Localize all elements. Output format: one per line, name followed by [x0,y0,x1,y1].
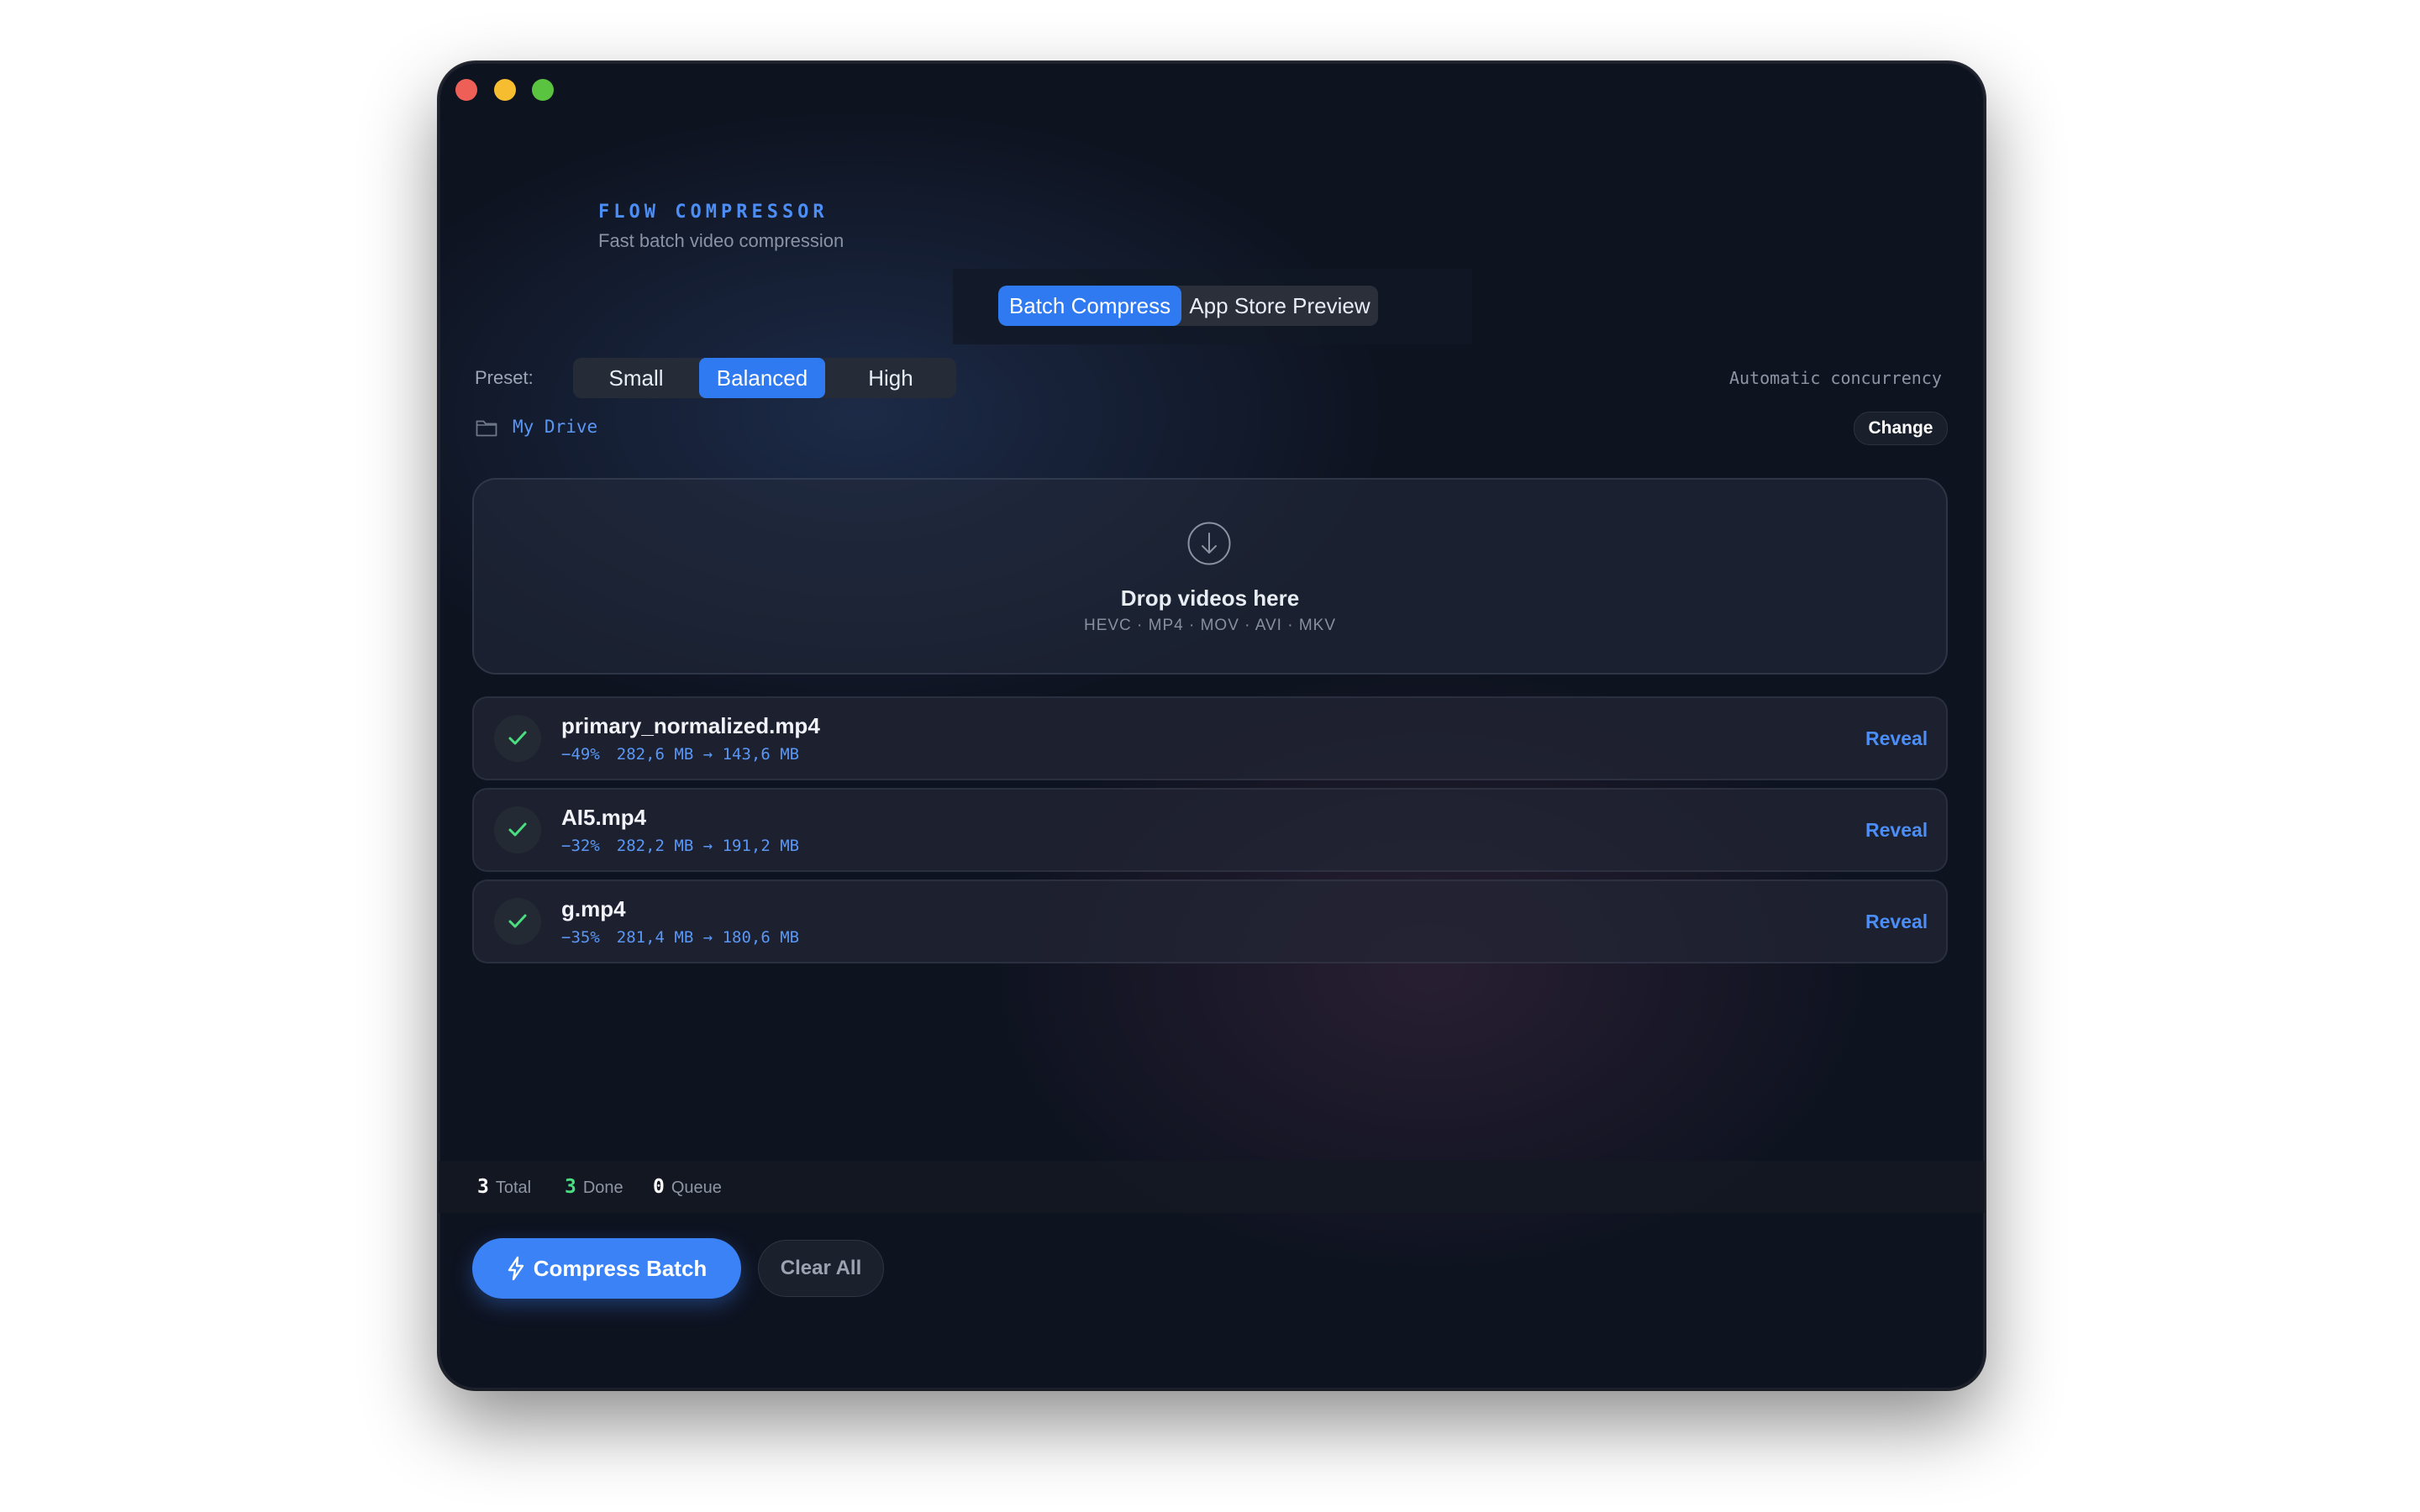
checkmark-icon [508,822,527,837]
stat-total: 3 Total [477,1176,531,1198]
status-done-badge [494,806,541,853]
file-sizes: 282,6 MB → 143,6 MB [616,745,800,764]
reveal-button[interactable]: Reveal [1865,819,1928,842]
file-reduction: −35% [561,928,600,947]
file-name: g.mp4 [561,896,626,921]
checkmark-icon [508,914,527,928]
file-stats: −35% 281,4 MB → 180,6 MB [561,928,799,947]
file-reduction: −49% [561,745,600,764]
concurrency-label: Automatic concurrency [1729,368,1942,388]
compress-batch-button[interactable]: Compress Batch [472,1238,741,1299]
drop-zone-title: Drop videos here [1120,585,1300,611]
file-name: primary_normalized.mp4 [561,713,820,738]
preset-small[interactable]: Small [573,358,699,398]
tab-app-store-preview[interactable]: App Store Preview [1181,286,1378,326]
zoom-window-button[interactable] [532,79,554,101]
stat-queue-label: Queue [671,1179,722,1197]
file-sizes: 282,2 MB → 191,2 MB [616,837,800,855]
file-name: AI5.mp4 [561,805,647,830]
stat-queue-value: 0 [653,1176,665,1198]
tab-batch-compress[interactable]: Batch Compress [998,286,1181,326]
file-row [472,788,1948,872]
stat-done: 3 Done [565,1176,623,1198]
file-stats: −32% 282,2 MB → 191,2 MB [561,837,799,855]
preset-balanced[interactable]: Balanced [699,358,825,398]
minimize-window-button[interactable] [494,79,516,101]
mode-segmented-control: Batch Compress App Store Preview [998,286,1378,326]
folder-icon [476,420,497,437]
file-reduction: −32% [561,837,600,855]
stat-done-label: Done [582,1179,623,1197]
status-done-badge [494,715,541,762]
file-sizes: 281,4 MB → 180,6 MB [616,928,800,947]
clear-all-button[interactable]: Clear All [758,1240,884,1297]
compress-batch-label: Compress Batch [533,1256,708,1281]
stat-total-label: Total [495,1179,532,1197]
output-folder-label[interactable]: My Drive [513,417,597,437]
file-row [472,879,1948,963]
change-folder-button[interactable]: Change [1854,412,1948,445]
preset-high[interactable]: High [825,358,956,398]
stat-total-value: 3 [477,1176,489,1198]
screen: FLOW COMPRESSOR Fast batch video compres… [0,0,2420,1512]
download-arrow-icon [1187,522,1231,565]
checkmark-icon [508,731,527,745]
reveal-button[interactable]: Reveal [1865,911,1928,933]
app-title: FLOW COMPRESSOR [598,202,829,223]
close-window-button[interactable] [455,79,477,101]
stat-done-value: 3 [565,1176,576,1198]
reveal-button[interactable]: Reveal [1865,727,1928,750]
file-stats: −49% 282,6 MB → 143,6 MB [561,745,799,764]
status-done-badge [494,898,541,945]
drop-zone[interactable] [472,478,1948,675]
preset-segmented-control: Small Balanced High [573,358,956,398]
preset-label: Preset: [475,367,534,388]
bolt-icon [508,1256,523,1281]
drop-zone-formats: HEVC · MP4 · MOV · AVI · MKV [1083,617,1336,634]
stat-queue: 0 Queue [653,1176,722,1198]
app-subtitle: Fast batch video compression [598,230,844,251]
